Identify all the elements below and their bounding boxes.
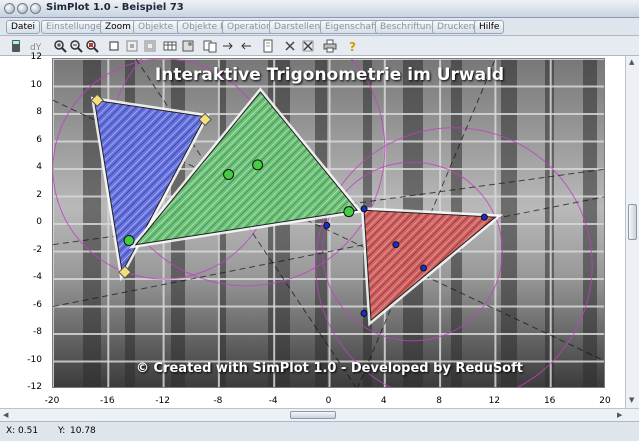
grid-icon[interactable] [124,38,140,54]
menu-datei[interactable]: Datei [6,20,41,34]
cross-alt-icon[interactable] [300,38,316,54]
menu-hilfe[interactable]: Hilfe [474,20,505,34]
point-marker [223,169,235,180]
y-tick-label: -4 [33,272,42,282]
plot-canvas[interactable]: Interaktive Trigonometrie im Urwald © Cr… [52,58,605,388]
y-tick-label: 2 [36,189,42,200]
toolbar: dY ? [0,36,639,56]
title-bar: SimPlot 1.0 - Beispiel 73 [0,0,639,18]
y-tick-label: 0 [36,217,42,227]
copy-icon[interactable] [202,38,218,54]
menu-bar: Datei Einstellungen Zoom Objekte I Objek… [0,18,639,36]
point-marker [323,221,331,229]
menu-eigenschaft[interactable]: Eigenschaft [320,20,383,34]
maximize-button[interactable] [30,3,41,14]
x-tick-label: -12 [155,396,170,406]
vertical-scrollbar[interactable]: ▲ ▼ [625,56,639,408]
menu-zoom[interactable]: Zoom [100,20,136,34]
minimize-button[interactable] [17,3,28,14]
x-coord-label: X: [6,426,16,436]
point-marker [360,309,368,317]
x-tick-label: 4 [380,396,387,406]
y-tick-label: -8 [33,327,42,337]
plot-credit: © Created with SimPlot 1.0 - Developed b… [136,361,523,376]
y-tick-label: -10 [27,354,42,365]
horizontal-scroll-thumb[interactable] [290,411,336,419]
x-tick-label: 0 [325,396,332,406]
y-coord-value: 10.78 [70,426,96,436]
page-icon[interactable] [260,38,276,54]
scroll-down-icon[interactable]: ▼ [629,396,634,404]
y-tick-label: -12 [27,382,42,392]
y-tick-label: 4 [36,162,42,172]
print-icon[interactable] [322,38,338,54]
y-tick-label: -6 [33,299,42,310]
horizontal-scrollbar[interactable]: ◀ ▶ [0,408,639,421]
status-bar: X: 0.51 Y: 10.78 [0,421,639,441]
scroll-right-icon[interactable]: ▶ [617,411,622,419]
window-menu-button[interactable] [4,3,15,14]
x-tick-label: 16 [543,396,556,406]
y-tick-label: 12 [30,52,42,62]
x-tick-label: 8 [436,396,442,406]
image-icon[interactable] [180,38,196,54]
cross-icon[interactable] [282,38,298,54]
y-coord-label: Y: [58,426,66,436]
x-tick-label: 20 [599,396,611,406]
x-coord-value: 0.51 [18,426,39,436]
plot-title: Interaktive Trigonometrie im Urwald [154,65,505,85]
point-marker [360,205,368,213]
arrow-right-icon[interactable] [220,38,236,54]
window-title: SimPlot 1.0 - Beispiel 73 [46,2,184,13]
point-marker [252,159,264,171]
help-icon[interactable]: ? [344,38,360,54]
table-icon[interactable] [162,38,178,54]
point-marker [420,264,428,272]
x-tick-label: -20 [44,396,60,406]
scroll-left-icon[interactable]: ◀ [3,411,8,419]
x-tick-label: -16 [99,396,115,406]
vertical-scroll-thumb[interactable] [628,204,637,240]
zoom-fit-icon[interactable] [84,38,100,54]
menu-drucken[interactable]: Drucken [432,20,480,34]
svg-text:?: ? [349,40,356,53]
arrow-left-icon[interactable] [238,38,254,54]
zoom-out-icon[interactable] [68,38,84,54]
x-tick-label: -4 [268,396,278,406]
point-marker [480,213,488,221]
x-tick-label: -8 [213,396,223,406]
zoom-in-icon[interactable] [52,38,68,54]
point-marker [343,206,355,218]
y-tick-label: -2 [33,244,42,255]
point-marker [123,235,135,246]
scroll-up-icon[interactable]: ▲ [629,58,634,66]
grid-alt-icon[interactable] [142,38,158,54]
point-marker [392,241,400,249]
plot-drawing [53,59,604,387]
plot-area[interactable]: 12 10 8 6 4 2 0 -2 -4 -6 -8 -10 -12 -20 -16 -12 -8 -4 0 4 8… [0,52,639,408]
menu-darstellen[interactable]: Darstellen [269,20,326,34]
square-icon[interactable] [106,38,122,54]
x-tick-label: 12 [488,396,501,406]
y-tick-label: 8 [36,107,42,117]
y-tick-label: 6 [36,134,42,145]
y-tick-label: 10 [30,79,42,90]
